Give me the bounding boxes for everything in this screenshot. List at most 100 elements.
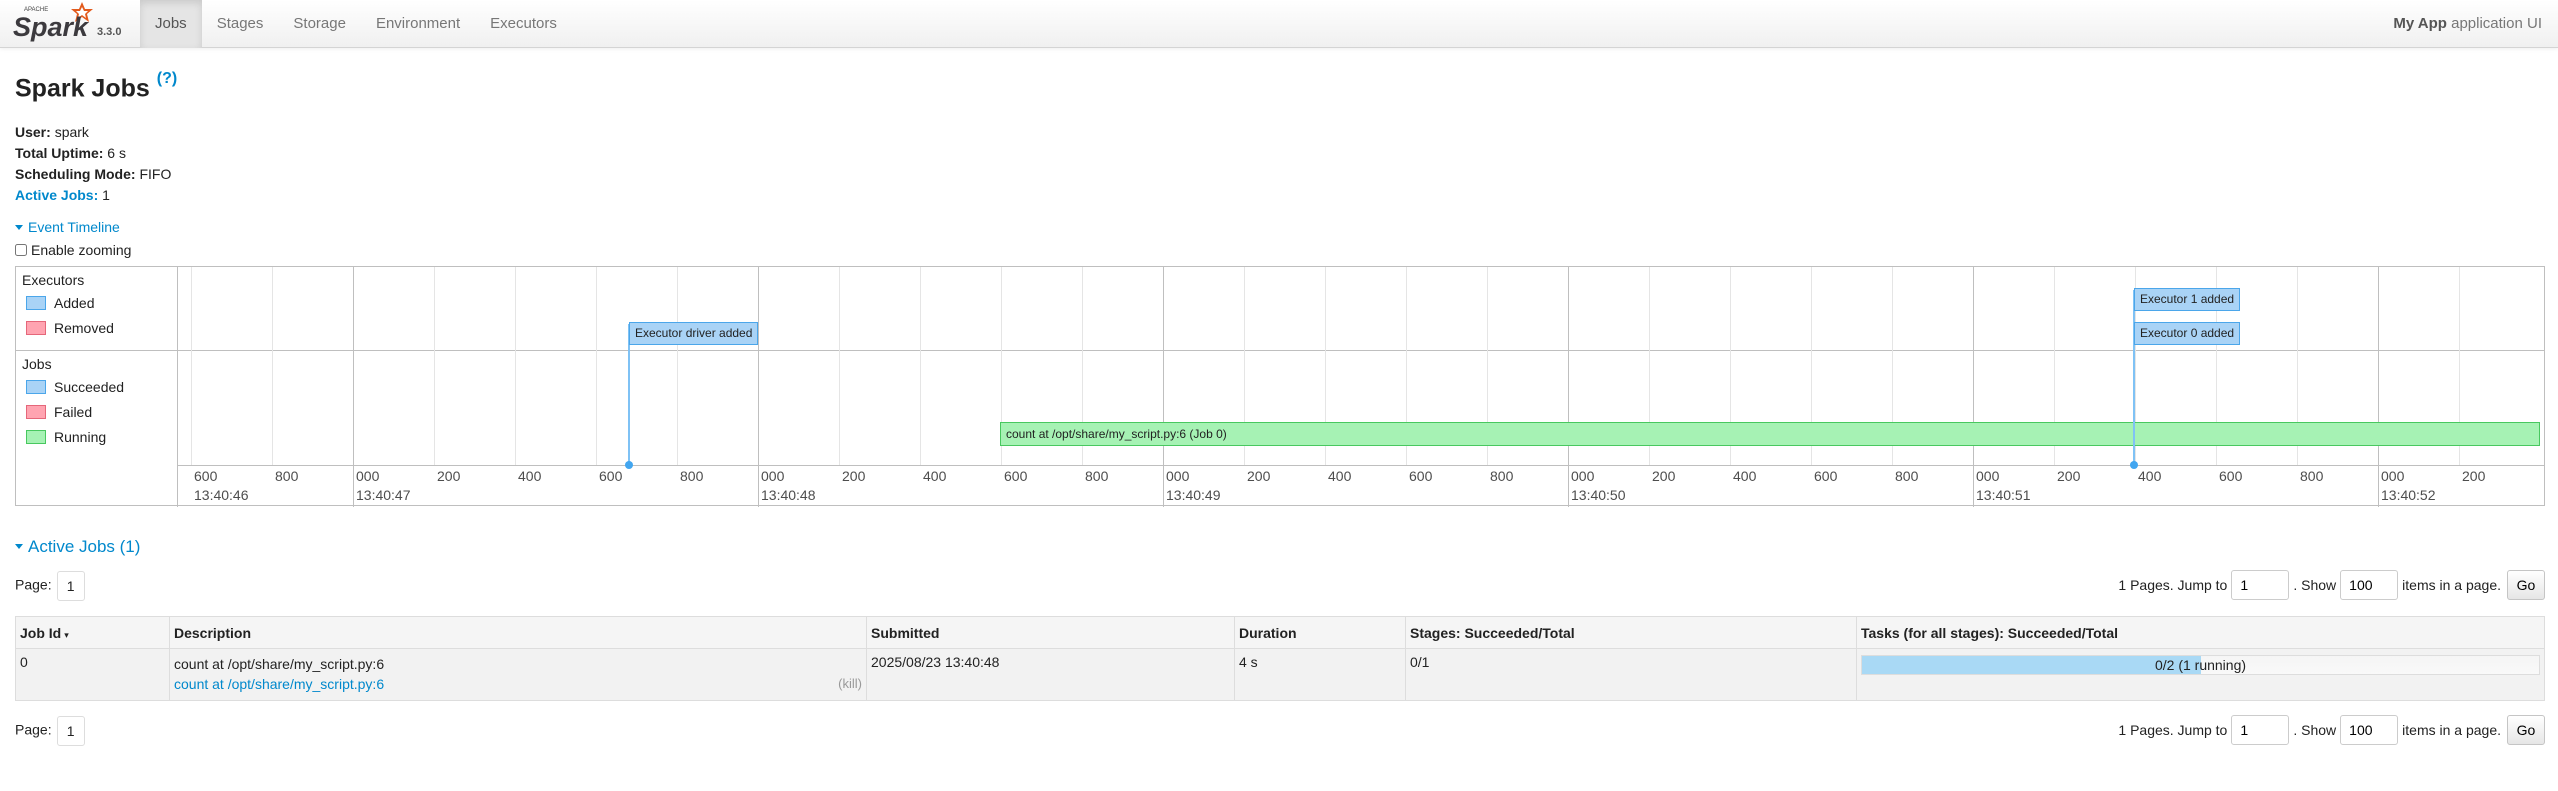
uptime-label: Total Uptime: xyxy=(15,145,104,161)
pages-text: 1 Pages. Jump to xyxy=(2118,722,2228,738)
col-job-id-label: Job Id xyxy=(20,624,62,641)
running-swatch xyxy=(26,430,46,444)
spark-logo-icon: APACHE Spark xyxy=(13,2,93,42)
table-header-row: Job Id ▾ Description Submitted Duration S… xyxy=(15,616,2545,649)
go-button[interactable]: Go xyxy=(2507,715,2545,745)
axis-minor-label: 800 xyxy=(2300,468,2324,484)
tasks-progress-text: 0/2 (1 running) xyxy=(2154,657,2247,673)
tab-stages[interactable]: Stages xyxy=(202,0,279,48)
page-size-input[interactable] xyxy=(2340,715,2399,745)
sort-desc-icon: ▾ xyxy=(64,629,69,640)
uptime-value: 6 s xyxy=(107,145,126,161)
axis-major-label: 13:40:49 xyxy=(1166,487,1221,503)
axis-minor-label: 000 xyxy=(2381,468,2405,484)
page-number-button[interactable]: 1 xyxy=(56,571,85,601)
event-timeline-toggle[interactable]: Event Timeline xyxy=(15,219,120,235)
description-link-row: count at /opt/share/my_script.py:6 (kill… xyxy=(174,674,862,694)
jump-to-page-input[interactable] xyxy=(2231,715,2290,745)
pager-controls-bottom: 1 Pages. Jump to . Show items in a page.… xyxy=(2118,715,2545,745)
pages-text: 1 Pages. Jump to xyxy=(2118,577,2228,593)
app-name: My App application UI xyxy=(2393,0,2542,48)
spark-logo[interactable]: APACHE Spark 3.3.0 xyxy=(12,0,138,48)
summary-mode: Scheduling Mode: FIFO xyxy=(15,164,171,185)
summary-active: Active Jobs: 1 xyxy=(15,185,171,206)
failed-swatch xyxy=(26,405,46,419)
cell-stages: 0/1 xyxy=(1405,648,1857,701)
tab-executors[interactable]: Executors xyxy=(475,0,572,48)
grid-line-major xyxy=(1163,267,1164,507)
axis-major-label: 13:40:50 xyxy=(1571,487,1626,503)
cell-submitted: 2025/08/23 13:40:48 xyxy=(866,648,1235,701)
axis-major-label: 13:40:47 xyxy=(356,487,411,503)
jobs-group: Jobs Succeeded Failed Running xyxy=(16,351,178,455)
enable-zoom-row[interactable]: Enable zooming xyxy=(15,242,131,258)
axis-minor-label: 800 xyxy=(680,468,704,484)
axis-minor-label: 000 xyxy=(761,468,785,484)
axis-minor-label: 000 xyxy=(1976,468,2000,484)
cell-tasks: 0/2 (1 running) xyxy=(1856,648,2545,701)
legend-succeeded: Succeeded xyxy=(22,375,172,400)
event-timeline-label: Event Timeline xyxy=(28,219,120,235)
go-button[interactable]: Go xyxy=(2507,570,2545,600)
axis-minor-label: 600 xyxy=(2219,468,2243,484)
col-description[interactable]: Description xyxy=(169,616,867,649)
grid-line-minor xyxy=(434,267,435,465)
event-executor-driver-added[interactable]: Executor driver added xyxy=(629,322,759,345)
chevron-down-icon xyxy=(15,224,23,230)
active-jobs-toggle[interactable]: Active Jobs (1) xyxy=(15,537,140,557)
enable-zoom-checkbox[interactable] xyxy=(15,244,27,256)
axis-minor-label: 200 xyxy=(1247,468,1271,484)
job-0-bar[interactable]: count at /opt/share/my_script.py:6 (Job … xyxy=(1000,422,2540,446)
axis-minor-label: 800 xyxy=(1490,468,1514,484)
axis-minor-label: 800 xyxy=(1085,468,1109,484)
enable-zoom-label: Enable zooming xyxy=(31,242,132,258)
cell-description: count at /opt/share/my_script.py:6 count… xyxy=(169,648,867,701)
page-size-input[interactable] xyxy=(2340,570,2399,600)
legend-running-label: Running xyxy=(54,429,107,445)
axis-minor-label: 400 xyxy=(2138,468,2162,484)
help-link[interactable]: (?) xyxy=(157,70,177,87)
tab-environment[interactable]: Environment xyxy=(361,0,475,48)
col-submitted[interactable]: Submitted xyxy=(866,616,1235,649)
axis-minor-label: 600 xyxy=(1814,468,1838,484)
axis-minor-label: 400 xyxy=(1733,468,1757,484)
axis-minor-label: 400 xyxy=(1328,468,1352,484)
jump-to-page-input[interactable] xyxy=(2231,570,2290,600)
spark-version: 3.3.0 xyxy=(97,26,122,38)
axis-minor-label: 000 xyxy=(1166,468,1190,484)
axis-minor-label: 200 xyxy=(2057,468,2081,484)
col-stages[interactable]: Stages: Succeeded/Total xyxy=(1405,616,1857,649)
col-tasks[interactable]: Tasks (for all stages): Succeeded/Total xyxy=(1856,616,2545,649)
axis-minor-label: 200 xyxy=(1652,468,1676,484)
active-jobs-link[interactable]: Active Jobs: xyxy=(15,187,98,203)
grid-line-minor xyxy=(677,267,678,465)
legend-removed-label: Removed xyxy=(54,320,114,336)
event-executor-1-added[interactable]: Executor 1 added xyxy=(2134,288,2241,311)
col-job-id[interactable]: Job Id ▾ xyxy=(15,616,170,649)
user-label: User: xyxy=(15,124,51,140)
axis-minor-label: 200 xyxy=(2462,468,2486,484)
page-number-button[interactable]: 1 xyxy=(56,716,85,746)
show-label: . Show xyxy=(2293,722,2337,738)
tab-jobs[interactable]: Jobs xyxy=(140,0,202,48)
axis-major-label: 13:40:48 xyxy=(761,487,816,503)
grid-line-major xyxy=(1568,267,1569,507)
axis-minor-label: 800 xyxy=(1895,468,1919,484)
grid-line-minor xyxy=(920,267,921,465)
axis-minor-label: 600 xyxy=(194,468,218,484)
mode-label: Scheduling Mode: xyxy=(15,166,136,182)
tab-storage[interactable]: Storage xyxy=(278,0,361,48)
event-executor-0-added[interactable]: Executor 0 added xyxy=(2134,322,2241,345)
kill-job-link[interactable]: (kill) xyxy=(838,674,862,694)
legend-removed: Removed xyxy=(22,316,172,341)
grid-line-major xyxy=(2378,267,2379,507)
col-duration[interactable]: Duration xyxy=(1234,616,1406,649)
legend-added-label: Added xyxy=(54,295,95,311)
job-description-link[interactable]: count at /opt/share/my_script.py:6 xyxy=(174,674,384,694)
legend-running: Running xyxy=(22,425,172,450)
executor-driver-marker-dot xyxy=(625,461,633,469)
app-name-strong: My App xyxy=(2393,15,2447,32)
axis-minor-label: 200 xyxy=(437,468,461,484)
timeline-canvas[interactable]: Executor driver added count at /opt/shar… xyxy=(178,267,2544,507)
executor-1-marker-line xyxy=(2133,290,2135,465)
